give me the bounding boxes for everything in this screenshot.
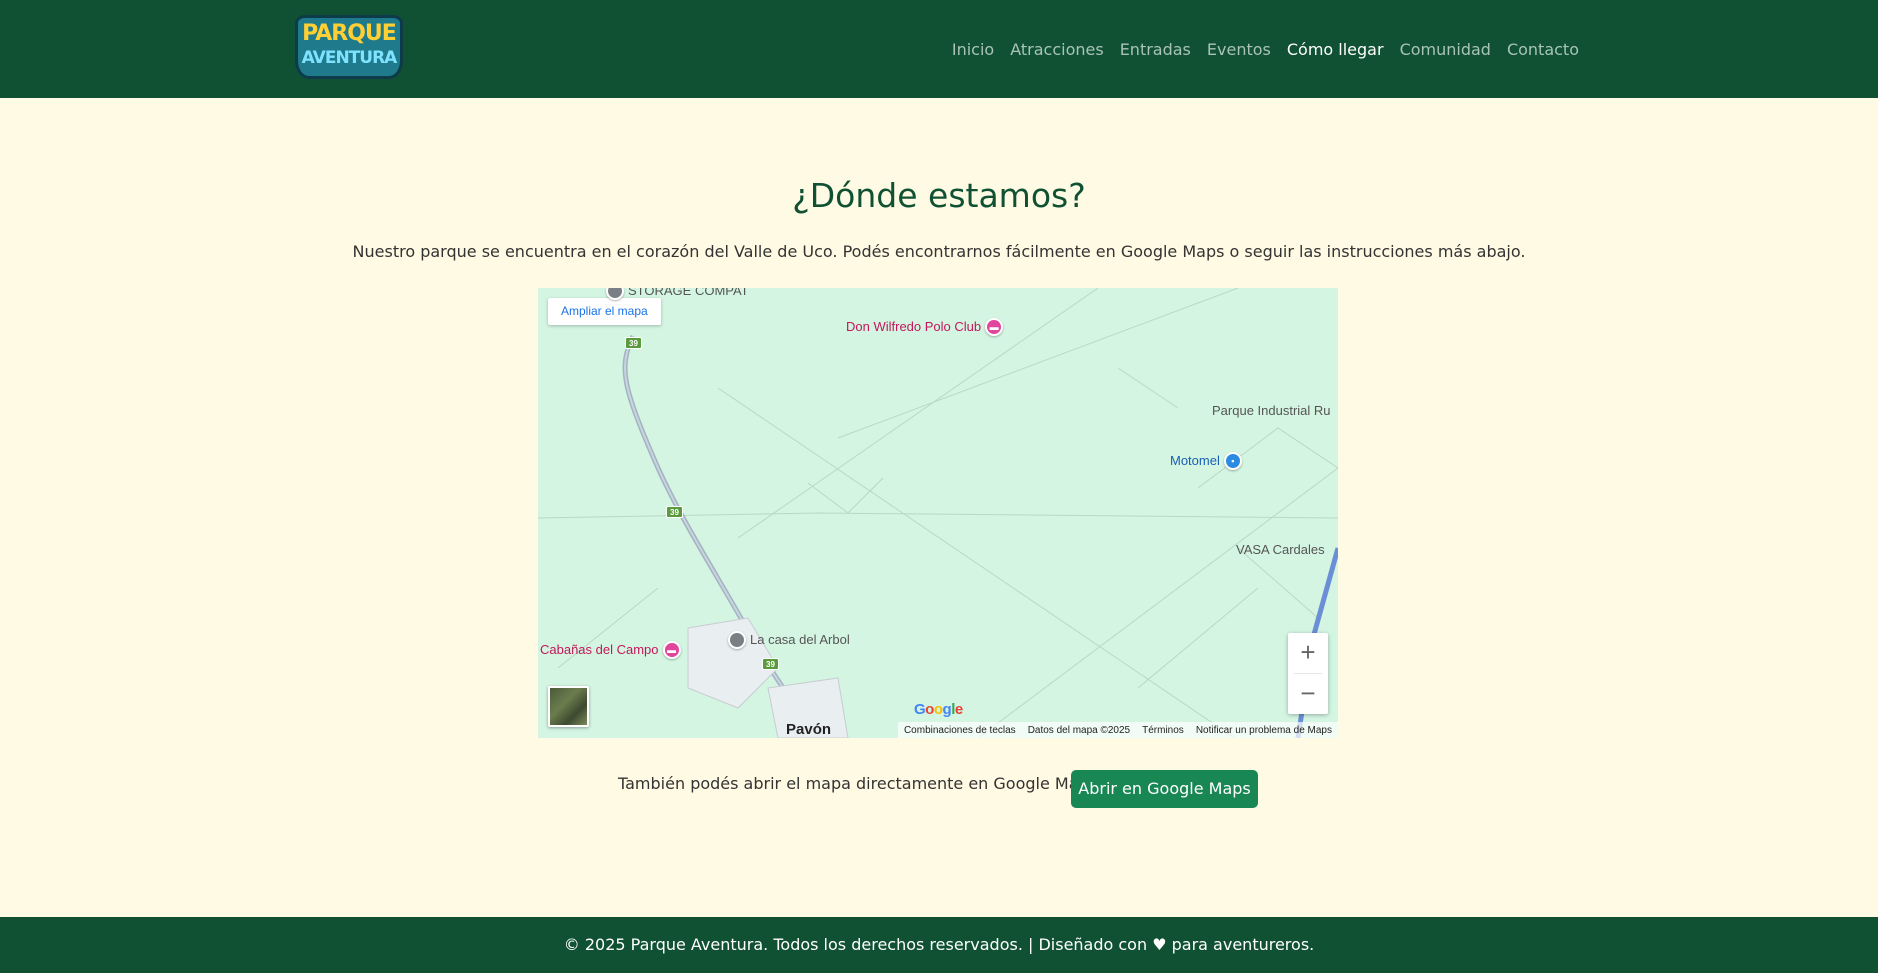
zoom-controls: + − <box>1288 633 1328 714</box>
place-motomel[interactable]: Motomel ▪ <box>1170 452 1242 470</box>
nav-inicio[interactable]: Inicio <box>952 38 994 62</box>
place-storage[interactable]: STORAGE COMPAT <box>606 288 749 300</box>
place-label: Cabañas del Campo <box>540 642 659 657</box>
place-industrial[interactable]: Parque Industrial Ru <box>1212 403 1331 419</box>
nav-atracciones[interactable]: Atracciones <box>1010 38 1103 62</box>
place-label: Parque Industrial Ru <box>1212 403 1331 418</box>
place-label: Motomel <box>1170 453 1220 468</box>
nav-comunidad[interactable]: Comunidad <box>1400 38 1491 62</box>
map-roads <box>538 288 1338 738</box>
zoom-in-button[interactable]: + <box>1288 633 1328 673</box>
town-pavon: Pavón <box>786 721 832 738</box>
intro-text: Nuestro parque se encuentra en el corazó… <box>352 242 1526 261</box>
logo-line-2: AVENTURA <box>301 48 398 68</box>
embedded-map[interactable]: Ampliar el mapa STORAGE COMPAT Don Wilfr… <box>538 288 1338 738</box>
footer-text: © 2025 Parque Aventura. Todos los derech… <box>563 935 1315 954</box>
place-label: La casa del Arbol <box>750 632 850 647</box>
google-logo: Google <box>914 701 963 718</box>
map-attribution-bar: Combinaciones de teclas Datos del mapa ©… <box>897 722 1338 738</box>
location-pin-icon <box>606 288 624 300</box>
shopping-bag-icon: ▪ <box>1223 452 1242 470</box>
open-maps-text: También podés abrir el mapa directamente… <box>618 774 1103 793</box>
location-pin-icon <box>728 631 746 649</box>
place-label: VASA Cardales <box>1236 542 1325 557</box>
parque-aventura-logo[interactable]: PARQUE AVENTURA <box>295 15 403 79</box>
hotel-bed-icon: ▬ <box>662 641 681 659</box>
zoom-out-button[interactable]: − <box>1288 674 1328 714</box>
nav-entradas[interactable]: Entradas <box>1120 38 1191 62</box>
place-label: STORAGE COMPAT <box>628 288 749 298</box>
route-39-shield: 39 <box>666 506 683 518</box>
map-data-text: Datos del mapa ©2025 <box>1027 724 1131 736</box>
page-title: ¿Dónde estamos? <box>792 176 1086 215</box>
nav-contacto[interactable]: Contacto <box>1507 38 1579 62</box>
satellite-toggle-thumbnail[interactable] <box>548 686 589 727</box>
nav-eventos[interactable]: Eventos <box>1207 38 1271 62</box>
open-google-maps-button[interactable]: Abrir en Google Maps <box>1071 770 1258 808</box>
site-header: PARQUE AVENTURA Inicio Atracciones Entra… <box>0 0 1878 98</box>
route-39-shield: 39 <box>625 337 642 349</box>
enlarge-map-link[interactable]: Ampliar el mapa <box>548 298 661 325</box>
keyboard-shortcuts-link[interactable]: Combinaciones de teclas <box>904 725 1016 736</box>
place-casa-arbol[interactable]: La casa del Arbol <box>728 631 850 649</box>
route-39-shield: 39 <box>762 658 779 670</box>
terms-link[interactable]: Términos <box>1142 725 1184 736</box>
main-nav: Inicio Atracciones Entradas Eventos Cómo… <box>952 38 1579 62</box>
logo-line-1: PARQUE <box>302 21 397 46</box>
place-label: Don Wilfredo Polo Club <box>846 319 982 334</box>
hotel-bed-icon: ▬ <box>985 318 1004 336</box>
place-vasa[interactable]: VASA Cardales <box>1236 542 1325 558</box>
place-cabanas[interactable]: Cabañas del Campo ▬ <box>540 641 681 659</box>
site-footer: © 2025 Parque Aventura. Todos los derech… <box>0 917 1878 973</box>
report-problem-link[interactable]: Notificar un problema de Maps <box>1196 725 1332 736</box>
nav-como-llegar[interactable]: Cómo llegar <box>1287 38 1384 62</box>
place-polo-club[interactable]: Don Wilfredo Polo Club ▬ <box>846 318 1004 336</box>
